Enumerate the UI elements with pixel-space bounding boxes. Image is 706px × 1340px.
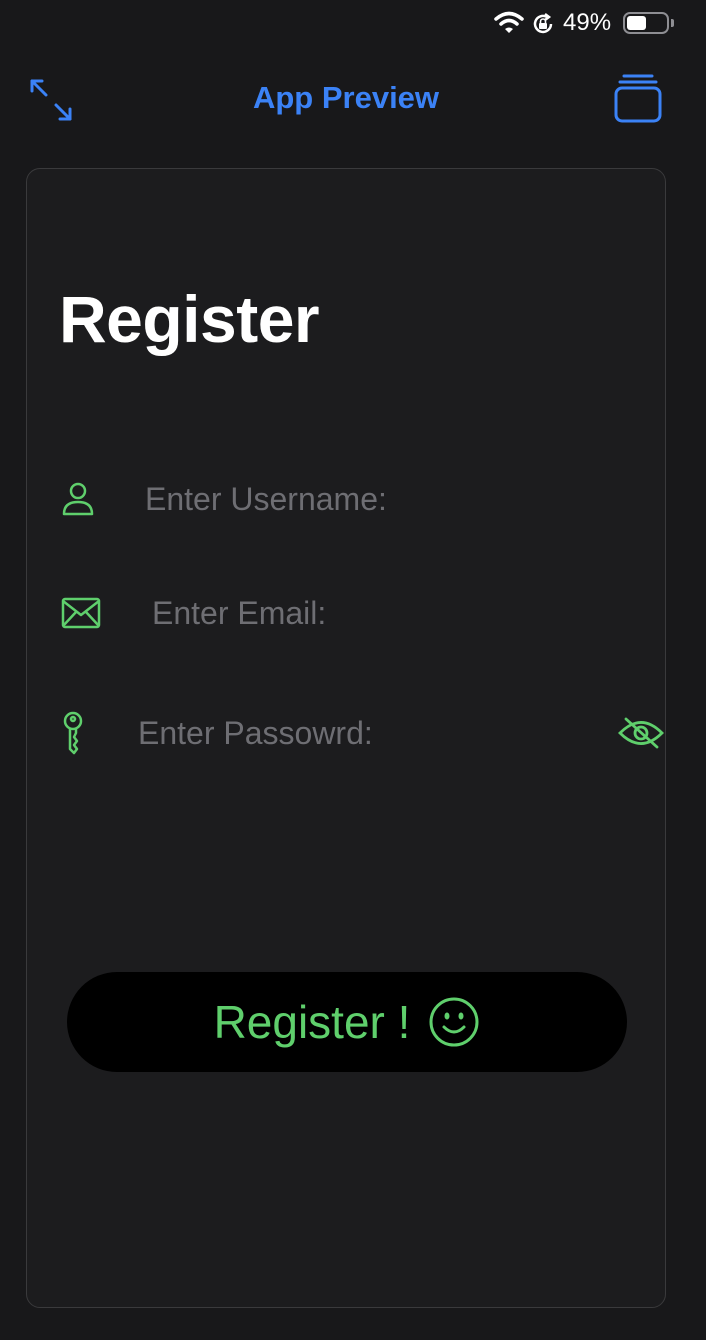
email-field[interactable] — [152, 591, 592, 635]
nav-title: App Preview — [252, 80, 440, 115]
page-title: Register — [59, 282, 320, 356]
battery-tip — [671, 19, 674, 27]
status-bar: 49% — [0, 0, 706, 48]
stacked-windows-icon[interactable] — [612, 72, 664, 124]
nav-bar: App Preview — [0, 60, 706, 140]
password-field-row — [61, 703, 681, 763]
envelope-icon — [61, 597, 101, 629]
key-icon — [63, 711, 83, 755]
battery-level — [627, 16, 646, 30]
username-field-row — [61, 469, 681, 529]
wifi-icon — [494, 11, 524, 33]
register-button[interactable]: Register ! — [67, 972, 627, 1072]
smiley-icon — [429, 997, 479, 1047]
username-field[interactable] — [145, 477, 585, 521]
register-card: Register Enter Username: Enter Email: Re… — [26, 168, 666, 1308]
eye-slash-icon[interactable] — [617, 716, 665, 750]
battery-percent: 49% — [563, 9, 612, 36]
battery-icon — [623, 12, 669, 34]
orientation-lock-icon — [533, 13, 553, 34]
person-icon — [62, 482, 94, 516]
email-field-row — [61, 583, 681, 643]
register-button-label: Register ! — [213, 996, 411, 1048]
password-field[interactable] — [138, 711, 578, 755]
